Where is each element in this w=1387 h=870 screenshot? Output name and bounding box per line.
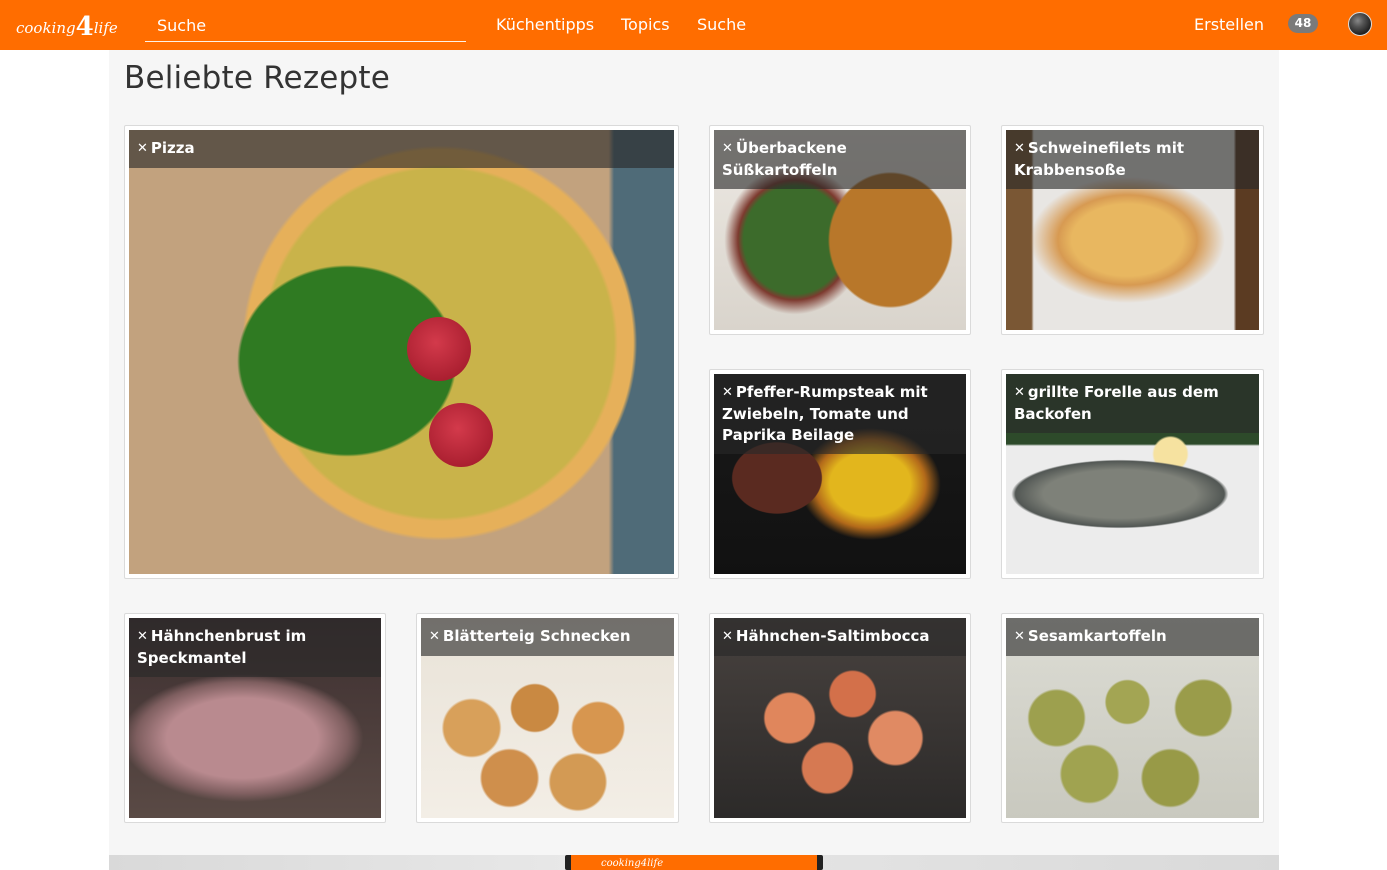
recipe-caption: ✕ grillte Forelle aus dem Backofen [1006,374,1259,433]
recipe-card-schweinefilets[interactable]: ✕ Schweinefilets mit Krabbensoße [1001,125,1264,335]
recipe-title: Pizza [150,139,195,157]
recipe-card-saltimbocca[interactable]: ✕ Hähnchen-Saltimbocca [709,613,971,823]
recipe-title: Überbackene Süßkartoffeln [722,139,847,179]
search-input[interactable] [145,12,457,38]
recipe-title: Blätterteig Schnecken [442,627,631,645]
recipe-image: ✕ Überbackene Süßkartoffeln [714,130,966,330]
phone-mockup: cooking4life [565,855,823,870]
top-navbar: cooking4life Küchentipps Topics Suche Er… [0,0,1387,50]
fork-knife-icon: ✕ [1014,629,1025,644]
page-title: Beliebte Rezepte [124,60,391,96]
recipe-title: Hähnchen-Saltimbocca [735,627,930,645]
fork-knife-icon: ✕ [1014,141,1025,156]
phone-screen-text: cooking4life [571,855,817,870]
fork-knife-icon: ✕ [722,141,733,156]
recipe-caption: ✕ Pizza [129,130,674,168]
recipe-image: ✕ Hähnchenbrust im Speckmantel [129,618,381,818]
recipe-caption: ✕ Blätterteig Schnecken [421,618,674,656]
recipe-title: Schweinefilets mit Krabbensoße [1014,139,1184,179]
fork-knife-icon: ✕ [137,141,148,156]
nav-suche[interactable]: Suche [697,0,746,50]
logo-text: cooking [16,19,76,37]
nav-topics[interactable]: Topics [621,0,670,50]
recipe-title: Pfeffer-Rumpsteak mit Zwiebeln, Tomate u… [722,383,928,444]
app-promo-banner: cooking4life [109,855,1279,870]
fork-knife-icon: ✕ [722,385,733,400]
recipe-caption: ✕ Hähnchenbrust im Speckmantel [129,618,381,677]
recipe-card-forelle[interactable]: ✕ grillte Forelle aus dem Backofen [1001,369,1264,579]
recipe-card-sesamkartoffeln[interactable]: ✕ Sesamkartoffeln [1001,613,1264,823]
search-bar [145,12,466,42]
logo-text-2: life [93,19,118,37]
recipe-title: grillte Forelle aus dem Backofen [1014,383,1219,423]
salami-slice [407,317,471,381]
create-button[interactable]: Erstellen [1194,0,1264,50]
recipe-image: ✕ Sesamkartoffeln [1006,618,1259,818]
avatar[interactable] [1348,12,1372,36]
main-content: Beliebte Rezepte ✕ Pizza ✕ Überbackene Süß… [109,50,1279,855]
recipe-image: ✕ grillte Forelle aus dem Backofen [1006,374,1259,574]
recipe-caption: ✕ Schweinefilets mit Krabbensoße [1006,130,1259,189]
recipe-title: Sesamkartoffeln [1027,627,1167,645]
recipe-image: ✕ Pfeffer-Rumpsteak mit Zwiebeln, Tomate … [714,374,966,574]
recipe-caption: ✕ Pfeffer-Rumpsteak mit Zwiebeln, Tomate … [714,374,966,454]
notification-badge[interactable]: 48 [1288,14,1318,33]
recipe-card-haehnchenbrust[interactable]: ✕ Hähnchenbrust im Speckmantel [124,613,386,823]
recipe-image: ✕ Hähnchen-Saltimbocca [714,618,966,818]
fork-knife-icon: ✕ [722,629,733,644]
fork-knife-icon: ✕ [137,629,148,644]
recipe-image: ✕ Schweinefilets mit Krabbensoße [1006,130,1259,330]
recipe-card-pizza[interactable]: ✕ Pizza [124,125,679,579]
recipe-caption: ✕ Hähnchen-Saltimbocca [714,618,966,656]
recipe-image: ✕ Blätterteig Schnecken [421,618,674,818]
recipe-card-rumpsteak[interactable]: ✕ Pfeffer-Rumpsteak mit Zwiebeln, Tomate … [709,369,971,579]
recipe-caption: ✕ Überbackene Süßkartoffeln [714,130,966,189]
recipe-card-suesskartoffeln[interactable]: ✕ Überbackene Süßkartoffeln [709,125,971,335]
recipe-card-blaetterteig[interactable]: ✕ Blätterteig Schnecken [416,613,679,823]
fork-knife-icon: ✕ [1014,385,1025,400]
logo[interactable]: cooking4life [16,8,118,42]
recipe-title: Hähnchenbrust im Speckmantel [137,627,307,667]
salami-slice [429,403,493,467]
recipe-image: ✕ Pizza [129,130,674,574]
logo-digit: 4 [75,12,94,42]
nav-kuechentipps[interactable]: Küchentipps [496,0,594,50]
fork-knife-icon: ✕ [429,629,440,644]
recipe-caption: ✕ Sesamkartoffeln [1006,618,1259,656]
